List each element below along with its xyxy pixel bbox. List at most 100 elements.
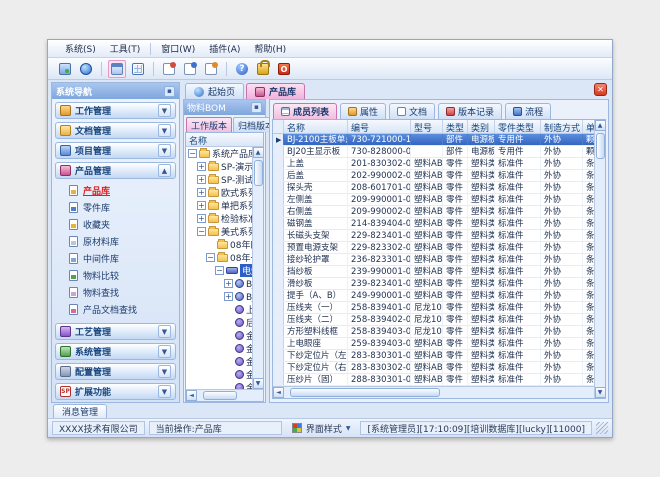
- column-header-1[interactable]: 名称: [284, 120, 348, 133]
- doc-import-icon-button[interactable]: [181, 60, 199, 78]
- lock-icon-button[interactable]: [254, 60, 272, 78]
- globe-icon-button[interactable]: [77, 60, 95, 78]
- document-tab-2[interactable]: 产品库: [246, 83, 305, 99]
- expand-icon[interactable]: +: [197, 201, 206, 210]
- sidebar-group-4[interactable]: 产品管理▲: [55, 162, 176, 179]
- table-row[interactable]: 挡纱板239-990001-01X塑料ABS零件塑料类标准件外协条: [273, 266, 594, 278]
- column-header-7[interactable]: 制造方式: [541, 120, 583, 133]
- bom-tab-1[interactable]: 工作版本: [186, 117, 232, 132]
- report-grid-icon-button[interactable]: [129, 60, 147, 78]
- doc-export-icon-button[interactable]: [202, 60, 220, 78]
- column-header-3[interactable]: 型号: [411, 120, 443, 133]
- member-tab-2[interactable]: 属性: [340, 103, 386, 119]
- table-row[interactable]: 探头壳208-601701-01X塑料ABS零件塑料类标准件外协条: [273, 182, 594, 194]
- collapse-icon[interactable]: −: [188, 149, 197, 158]
- expand-icon[interactable]: +: [224, 292, 233, 301]
- grid-vertical-scrollbar[interactable]: ▲ ▼: [594, 120, 605, 398]
- pin-icon[interactable]: ▪: [164, 86, 175, 97]
- sidebar-item-2[interactable]: 零件库: [69, 199, 176, 216]
- table-row[interactable]: 压线夹（一）258-839401-00X尼龙1010零件塑料类标准件外协条: [273, 302, 594, 314]
- scrollbar-thumb[interactable]: [254, 160, 263, 186]
- document-tab-1[interactable]: 起始页: [185, 83, 244, 99]
- sidebar-item-8[interactable]: 产品文档查找: [69, 301, 176, 318]
- scrollbar-thumb[interactable]: [596, 133, 605, 159]
- member-tab-4[interactable]: 版本记录: [438, 103, 502, 119]
- table-row[interactable]: 接纱轮护罩236-823301-00X塑料ABS零件塑料类标准件外协条: [273, 254, 594, 266]
- table-row[interactable]: ▶BJ-2100主板单点730-721000-12X部件电源板专用件外协颗: [273, 134, 594, 146]
- column-header-6[interactable]: 零件类型: [495, 120, 541, 133]
- table-row[interactable]: 右侧盖209-990002-01X塑料ABS零件塑料类标准件外协条: [273, 206, 594, 218]
- sidebar-group-7[interactable]: 配置管理▼: [55, 363, 176, 380]
- table-row[interactable]: 下纱定位片（左）283-830301-00X塑料ABS零件塑料类标准件外协条: [273, 350, 594, 362]
- close-icon[interactable]: ✕: [594, 83, 607, 96]
- chevron-down-icon[interactable]: ▼: [158, 385, 171, 398]
- sidebar-group-1[interactable]: 工作管理▼: [55, 102, 176, 119]
- table-row[interactable]: 后盖202-990002-01X塑料ABS零件塑料类标准件外协条: [273, 170, 594, 182]
- table-row[interactable]: 方形塑料线框258-839403-00X尼龙1010零件塑料类标准件外协条: [273, 326, 594, 338]
- message-manage-tab[interactable]: 消息管理: [53, 404, 107, 418]
- table-row[interactable]: 下纱定位片（右）283-830302-00X塑料ABS零件塑料类标准件外协条: [273, 362, 594, 374]
- help-icon-button[interactable]: ?: [233, 60, 251, 78]
- menu-item-1[interactable]: 系统(S): [58, 40, 103, 57]
- tree-column-header[interactable]: 名称: [186, 133, 263, 147]
- chevron-down-icon[interactable]: ▼: [158, 144, 171, 157]
- scroll-left-icon[interactable]: ◄: [186, 390, 197, 401]
- ui-style-dropdown[interactable]: 界面样式 ▼: [286, 421, 357, 435]
- sidebar-group-2[interactable]: 文档管理▼: [55, 122, 176, 139]
- sidebar-group-3[interactable]: 项目管理▼: [55, 142, 176, 159]
- table-row[interactable]: 提手（A、B）249-990001-01X塑料ABS零件塑料类标准件外协条: [273, 290, 594, 302]
- sidebar-group-6[interactable]: 系统管理▼: [55, 343, 176, 360]
- expand-icon[interactable]: +: [224, 279, 233, 288]
- resize-grip[interactable]: [596, 422, 608, 434]
- collapse-icon[interactable]: −: [215, 266, 224, 275]
- desktop-icon-button[interactable]: [56, 60, 74, 78]
- sidebar-item-6[interactable]: 物料比较: [69, 267, 176, 284]
- chevron-down-icon[interactable]: ▼: [158, 345, 171, 358]
- exit-icon-button[interactable]: O: [275, 60, 293, 78]
- scroll-down-icon[interactable]: ▼: [253, 378, 264, 389]
- sidebar-group-5[interactable]: 工艺管理▼: [55, 323, 176, 340]
- menu-item-5[interactable]: 帮助(H): [247, 40, 293, 57]
- sidebar-item-1[interactable]: 产品库: [69, 182, 176, 199]
- menu-item-4[interactable]: 插件(A): [202, 40, 247, 57]
- table-row[interactable]: 左侧盖209-990001-01X塑料ABS零件塑料类标准件外协条: [273, 194, 594, 206]
- tree-vertical-scrollbar[interactable]: ▲▼: [252, 147, 263, 389]
- table-row[interactable]: 上电眼座259-839403-00X塑料ABS零件塑料类标准件外协条: [273, 338, 594, 350]
- scroll-left-icon[interactable]: ◄: [273, 387, 284, 398]
- member-tab-3[interactable]: 文档: [389, 103, 435, 119]
- window-icon-button[interactable]: [108, 60, 126, 78]
- tree-horizontal-scrollbar[interactable]: ◄: [186, 389, 263, 401]
- menu-item-2[interactable]: 工具(T): [103, 40, 148, 57]
- menu-item-3[interactable]: 窗口(W): [154, 40, 202, 57]
- doc-edit-icon-button[interactable]: [160, 60, 178, 78]
- table-row[interactable]: 上盖201-830302-00X塑料ABS零件塑料类标准件外协条: [273, 158, 594, 170]
- chevron-down-icon[interactable]: ▼: [158, 124, 171, 137]
- column-header-5[interactable]: 类别: [468, 120, 495, 133]
- column-header-2[interactable]: 编号: [348, 120, 411, 133]
- table-row[interactable]: 长磁头支架229-823401-00X塑料ABS零件塑料类标准件外协条: [273, 230, 594, 242]
- table-row[interactable]: 滑纱板239-823401-00X塑料ABS零件塑料类标准件外协条: [273, 278, 594, 290]
- chevron-down-icon[interactable]: ▼: [158, 104, 171, 117]
- chevron-down-icon[interactable]: ▼: [158, 325, 171, 338]
- scroll-up-icon[interactable]: ▲: [253, 147, 264, 158]
- table-row[interactable]: BJ20主显示板730-828000-04X部件电源板专用件外协颗: [273, 146, 594, 158]
- scrollbar-thumb[interactable]: [203, 391, 237, 400]
- sidebar-item-7[interactable]: 物料查找: [69, 284, 176, 301]
- expand-icon[interactable]: +: [197, 162, 206, 171]
- table-row[interactable]: 预置电源支架229-823302-00X塑料ABS零件塑料类标准件外协条: [273, 242, 594, 254]
- table-row[interactable]: 压纱片（固）288-830301-00X塑料ABS零件塑料类标准件外协条: [273, 374, 594, 386]
- scroll-up-icon[interactable]: ▲: [595, 120, 606, 131]
- sidebar-item-4[interactable]: 原材料库: [69, 233, 176, 250]
- grid-horizontal-scrollbar[interactable]: ◄: [273, 386, 594, 398]
- collapse-icon[interactable]: −: [206, 253, 215, 262]
- scrollbar-thumb[interactable]: [290, 388, 440, 397]
- column-header-4[interactable]: 类型: [443, 120, 468, 133]
- member-tab-5[interactable]: 流程: [505, 103, 551, 119]
- table-row[interactable]: 压线夹（二）258-839402-00X尼龙1010零件塑料类标准件外协条: [273, 314, 594, 326]
- chevron-up-icon[interactable]: ▲: [158, 164, 171, 177]
- chevron-down-icon[interactable]: ▼: [158, 365, 171, 378]
- expand-icon[interactable]: +: [197, 175, 206, 184]
- member-tab-1[interactable]: 成员列表: [273, 103, 337, 119]
- sidebar-item-5[interactable]: 中间件库: [69, 250, 176, 267]
- collapse-icon[interactable]: −: [197, 227, 206, 236]
